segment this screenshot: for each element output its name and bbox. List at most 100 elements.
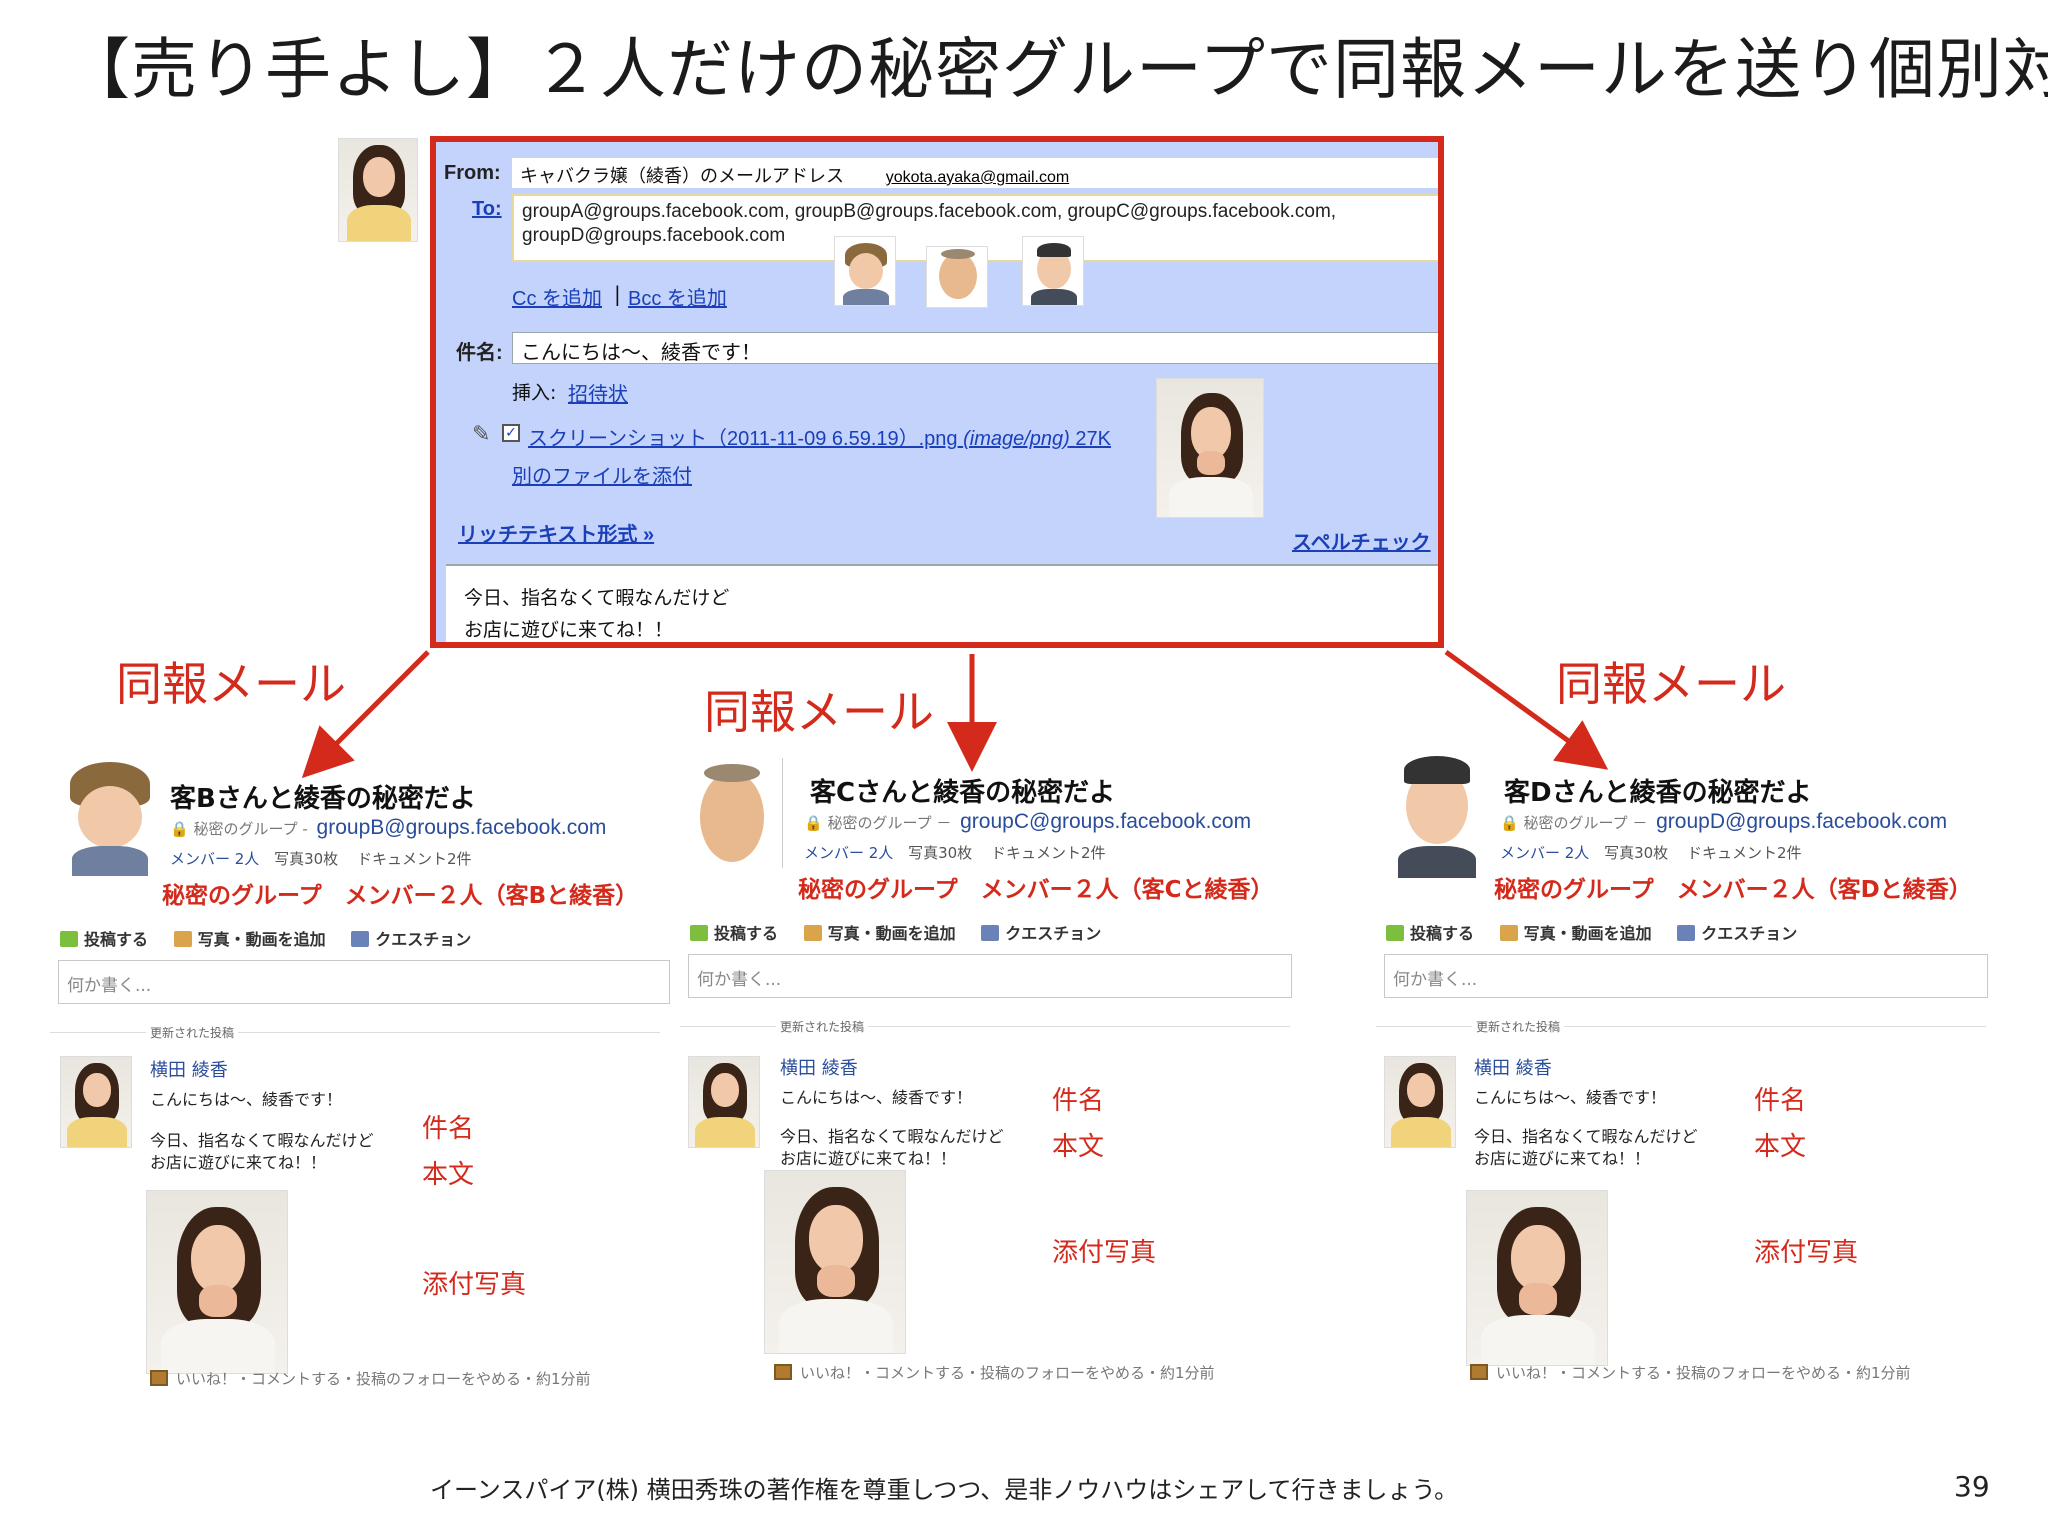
group-privacy-row: 🔒 秘密のグループ － groupD@groups.facebook.com xyxy=(1500,810,1947,834)
poster-avatar xyxy=(688,1056,760,1148)
photo-action[interactable]: 写真・動画を追加 xyxy=(1499,924,1652,943)
broadcast-label-d: 同報メール xyxy=(1556,657,1786,711)
post-photo[interactable] xyxy=(1466,1190,1608,1366)
post-type-icon xyxy=(774,1364,792,1380)
post-body-line-1: 今日、指名なくて暇なんだけど xyxy=(1474,1127,1698,1146)
question-action[interactable]: クエスチョン xyxy=(1677,924,1797,943)
group-members-link[interactable]: メンバー 2人 xyxy=(1500,844,1589,862)
group-stats-row: メンバー 2人 写真30枚 ドキュメント2件 xyxy=(804,842,1106,863)
question-icon xyxy=(351,931,370,947)
photo-icon xyxy=(1499,925,1518,941)
updated-posts-label: 更新された投稿 xyxy=(146,1024,239,1041)
label-body: 本文 xyxy=(1052,1132,1105,1162)
label-body: 本文 xyxy=(1754,1132,1807,1162)
group-docs-link[interactable]: ドキュメント2件 xyxy=(991,844,1106,862)
group-name[interactable]: 客Cさんと綾香の秘密だよ xyxy=(810,772,1115,809)
group-email: groupB@groups.facebook.com xyxy=(316,816,607,839)
group-panel-d: 客Dさんと綾香の秘密だよ 🔒 秘密のグループ － groupD@groups.f… xyxy=(1376,750,1988,1410)
label-subject: 件名 xyxy=(422,1114,475,1144)
group-name[interactable]: 客Bさんと綾香の秘密だよ xyxy=(170,778,476,815)
customer-c-avatar xyxy=(688,762,776,878)
lock-icon: 🔒 xyxy=(170,820,189,838)
group-stats-row: メンバー 2人 写真30枚 ドキュメント2件 xyxy=(1500,842,1802,863)
group-photos-link[interactable]: 写真30枚 xyxy=(274,850,338,868)
photo-action[interactable]: 写真・動画を追加 xyxy=(173,930,326,949)
post-footer: いいね！・コメントする・投稿のフォローをやめる・約1分前 xyxy=(774,1362,1215,1383)
post-photo[interactable] xyxy=(146,1190,288,1374)
slide-footer: イーンスパイア(株) 横田秀珠の著作権を尊重しつつ、是非ノウハウはシェアして行き… xyxy=(430,1476,1459,1504)
post-action[interactable]: 投稿する xyxy=(60,930,148,949)
label-subject: 件名 xyxy=(1754,1086,1807,1116)
group-email: groupC@groups.facebook.com xyxy=(960,810,1252,833)
photo-action[interactable]: 写真・動画を追加 xyxy=(803,924,956,943)
post-photo[interactable] xyxy=(764,1170,906,1354)
post-footer-text[interactable]: いいね！・コメントする・投稿のフォローをやめる・約1分前 xyxy=(176,1370,591,1388)
speech-bubble-icon xyxy=(1386,925,1404,941)
divider xyxy=(1376,1026,1986,1027)
group-annotation: 秘密のグループ メンバー２人（客Cと綾香） xyxy=(798,877,1274,903)
post-footer: いいね！・コメントする・投稿のフォローをやめる・約1分前 xyxy=(150,1368,591,1389)
group-privacy: 秘密のグループ － xyxy=(1523,814,1648,832)
post-footer-text[interactable]: いいね！・コメントする・投稿のフォローをやめる・約1分前 xyxy=(800,1364,1215,1382)
photo-icon xyxy=(173,931,192,947)
label-body: 本文 xyxy=(422,1160,475,1190)
poster-avatar xyxy=(1384,1056,1456,1148)
label-subject: 件名 xyxy=(1052,1086,1105,1116)
post-compose-input[interactable]: 何か書く... xyxy=(688,954,1292,998)
poster-name[interactable]: 横田 綾香 xyxy=(150,1056,228,1082)
poster-name[interactable]: 横田 綾香 xyxy=(780,1054,858,1080)
group-email: groupD@groups.facebook.com xyxy=(1656,810,1948,833)
group-privacy: 秘密のグループ - xyxy=(193,820,308,838)
group-members-link[interactable]: メンバー 2人 xyxy=(804,844,893,862)
label-attached-photo: 添付写真 xyxy=(422,1270,527,1300)
group-docs-link[interactable]: ドキュメント2件 xyxy=(1687,844,1802,862)
post-action[interactable]: 投稿する xyxy=(1386,924,1474,943)
customer-d-avatar xyxy=(1394,750,1480,878)
post-actions-bar: 投稿する 写真・動画を追加 クエスチョン xyxy=(60,926,491,950)
group-privacy-row: 🔒 秘密のグループ － groupC@groups.facebook.com xyxy=(804,810,1251,834)
question-action[interactable]: クエスチョン xyxy=(351,930,471,949)
group-privacy: 秘密のグループ － xyxy=(827,814,952,832)
group-panel-c: 客Cさんと綾香の秘密だよ 🔒 秘密のグループ － groupC@groups.f… xyxy=(680,750,1292,1410)
group-photos-link[interactable]: 写真30枚 xyxy=(1604,844,1668,862)
question-icon xyxy=(981,925,1000,941)
lock-icon: 🔒 xyxy=(804,814,823,832)
speech-bubble-icon xyxy=(60,931,78,947)
group-panel-b: 客Bさんと綾香の秘密だよ 🔒 秘密のグループ - groupB@groups.f… xyxy=(50,756,670,1416)
post-body-line-2: お店に遊びに来てね！！ xyxy=(1474,1149,1651,1168)
post-body: 今日、指名なくて暇なんだけど お店に遊びに来てね！！ xyxy=(780,1126,1004,1170)
post-footer-text[interactable]: いいね！・コメントする・投稿のフォローをやめる・約1分前 xyxy=(1496,1364,1911,1382)
group-annotation: 秘密のグループ メンバー２人（客Bと綾香） xyxy=(162,883,639,909)
divider xyxy=(680,1026,1290,1027)
post-action[interactable]: 投稿する xyxy=(690,924,778,943)
group-docs-link[interactable]: ドキュメント2件 xyxy=(357,850,472,868)
lock-icon: 🔒 xyxy=(1500,814,1519,832)
post-type-icon xyxy=(1470,1364,1488,1380)
vertical-divider xyxy=(782,758,783,868)
label-attached-photo: 添付写真 xyxy=(1052,1238,1157,1268)
group-name[interactable]: 客Dさんと綾香の秘密だよ xyxy=(1504,772,1812,809)
post-body-line-1: 今日、指名なくて暇なんだけど xyxy=(150,1131,374,1150)
group-photos-link[interactable]: 写真30枚 xyxy=(908,844,972,862)
post-compose-input[interactable]: 何か書く... xyxy=(58,960,670,1004)
broadcast-label-b: 同報メール xyxy=(116,657,346,711)
question-action[interactable]: クエスチョン xyxy=(981,924,1101,943)
speech-bubble-icon xyxy=(690,925,708,941)
photo-icon xyxy=(803,925,822,941)
poster-avatar xyxy=(60,1056,132,1148)
group-privacy-row: 🔒 秘密のグループ - groupB@groups.facebook.com xyxy=(170,816,606,840)
poster-name[interactable]: 横田 綾香 xyxy=(1474,1054,1552,1080)
question-icon xyxy=(1677,925,1696,941)
group-stats-row: メンバー 2人 写真30枚 ドキュメント2件 xyxy=(170,848,472,869)
updated-posts-label: 更新された投稿 xyxy=(1472,1018,1565,1035)
post-body: 今日、指名なくて暇なんだけど お店に遊びに来てね！！ xyxy=(1474,1126,1698,1170)
post-compose-input[interactable]: 何か書く... xyxy=(1384,954,1988,998)
group-members-link[interactable]: メンバー 2人 xyxy=(170,850,259,868)
post-body-line-2: お店に遊びに来てね！！ xyxy=(780,1149,957,1168)
post-footer: いいね！・コメントする・投稿のフォローをやめる・約1分前 xyxy=(1470,1362,1911,1383)
post-subject: こんにちは〜、綾香です！ xyxy=(150,1090,343,1109)
post-actions-bar: 投稿する 写真・動画を追加 クエスチョン xyxy=(690,920,1121,944)
post-body-line-1: 今日、指名なくて暇なんだけど xyxy=(780,1127,1004,1146)
divider xyxy=(50,1032,660,1033)
broadcast-label-c: 同報メール xyxy=(704,685,934,739)
